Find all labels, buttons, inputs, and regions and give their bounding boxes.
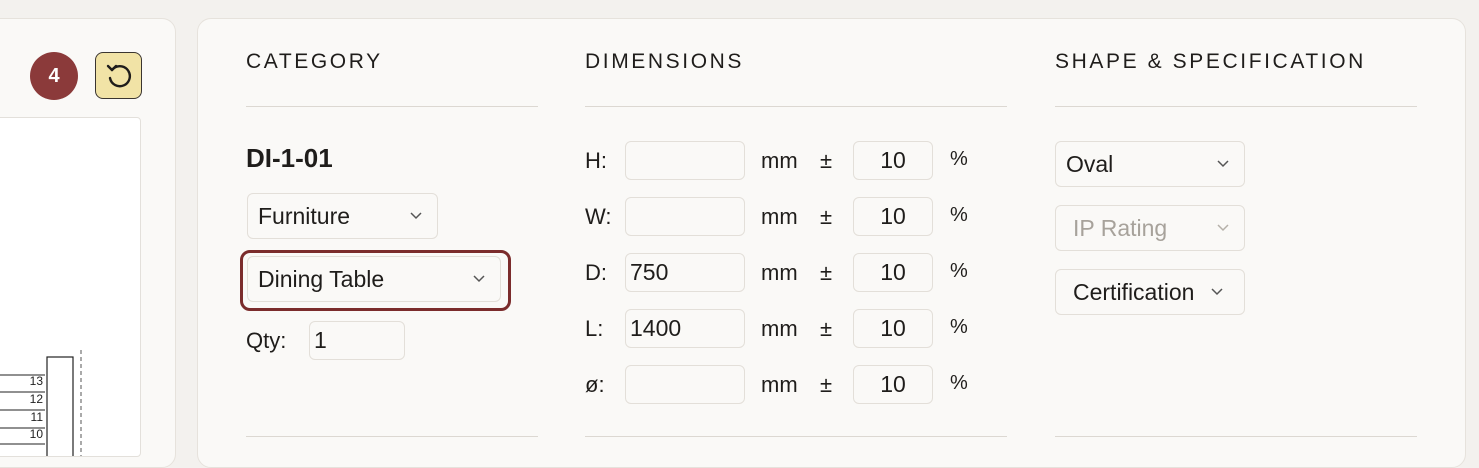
count-badge: 4	[30, 52, 78, 100]
dimensions-divider	[585, 106, 1007, 107]
category-select-value: Furniture	[258, 202, 351, 229]
dim-tolerance-l[interactable]: 10	[853, 309, 933, 348]
chevron-down-icon	[1217, 160, 1229, 168]
reset-button[interactable]	[95, 52, 142, 99]
dim-percent: %	[950, 316, 968, 338]
shape-spec-bottom-divider	[1055, 436, 1417, 437]
dim-label-diameter: ø:	[585, 372, 605, 397]
dim-label-d: D:	[585, 260, 607, 285]
dimensions-title: DIMENSIONS	[585, 50, 745, 73]
dim-plus-minus: ±	[820, 204, 833, 229]
item-code: DI-1-01	[246, 143, 333, 173]
certification-select-value: Certification	[1073, 278, 1195, 305]
chevron-down-icon	[1217, 224, 1229, 232]
drawing-number: 11	[31, 410, 44, 424]
dimensions-bottom-divider	[585, 436, 1007, 437]
chevron-down-icon	[473, 275, 485, 283]
dim-label-w: W:	[585, 204, 612, 229]
chevron-down-icon	[1211, 288, 1223, 296]
dim-plus-minus: ±	[820, 148, 833, 173]
category-title: CATEGORY	[246, 50, 383, 73]
dim-tolerance-d[interactable]: 10	[853, 253, 933, 292]
dim-percent: %	[950, 204, 968, 226]
dim-input-l[interactable]: 1400	[625, 309, 745, 348]
shape-spec-title: SHAPE & SPECIFICATION	[1055, 50, 1366, 73]
dim-plus-minus: ±	[820, 372, 833, 397]
dim-label-l: L:	[585, 316, 604, 341]
qty-label: Qty:	[246, 328, 287, 353]
dim-label-h: H:	[585, 148, 607, 173]
dim-tolerance-h[interactable]: 10	[853, 141, 933, 180]
category-divider	[246, 106, 538, 107]
category-select[interactable]: Furniture	[247, 193, 438, 239]
drawing-number: 12	[30, 392, 44, 406]
chevron-down-icon	[410, 212, 422, 220]
dim-percent: %	[950, 372, 968, 394]
shape-spec-divider	[1055, 106, 1417, 107]
category-bottom-divider	[246, 436, 538, 437]
dim-tolerance-w[interactable]: 10	[853, 197, 933, 236]
subcategory-select-value: Dining Table	[258, 265, 385, 292]
dim-percent: %	[950, 148, 968, 170]
dim-plus-minus: ±	[820, 316, 833, 341]
subcategory-select[interactable]: Dining Table	[247, 256, 501, 302]
drawing-number: 10	[30, 427, 44, 441]
dim-percent: %	[950, 260, 968, 282]
reset-icon	[106, 64, 131, 87]
dim-input-w[interactable]	[625, 197, 745, 236]
drawing-svg: 13 12 11 10	[0, 350, 82, 456]
dim-unit: mm	[761, 372, 798, 397]
ip-rating-select[interactable]: IP Rating	[1055, 205, 1245, 251]
dim-input-diameter[interactable]	[625, 365, 745, 404]
dim-unit: mm	[761, 316, 798, 341]
qty-input[interactable]: 1	[309, 321, 405, 360]
shape-select[interactable]: Oval	[1055, 141, 1245, 187]
dim-unit: mm	[761, 148, 798, 173]
drawing-number: 13	[30, 374, 44, 388]
certification-select[interactable]: Certification	[1055, 269, 1245, 315]
main-panel	[197, 18, 1466, 468]
dim-input-h[interactable]	[625, 141, 745, 180]
dim-input-d[interactable]: 750	[625, 253, 745, 292]
ip-rating-select-value: IP Rating	[1073, 214, 1168, 241]
dim-tolerance-diameter[interactable]: 10	[853, 365, 933, 404]
shape-select-value: Oval	[1066, 150, 1114, 177]
drawing-preview: 13 12 11 10	[0, 117, 141, 457]
dim-plus-minus: ±	[820, 260, 833, 285]
dim-unit: mm	[761, 204, 798, 229]
dim-unit: mm	[761, 260, 798, 285]
